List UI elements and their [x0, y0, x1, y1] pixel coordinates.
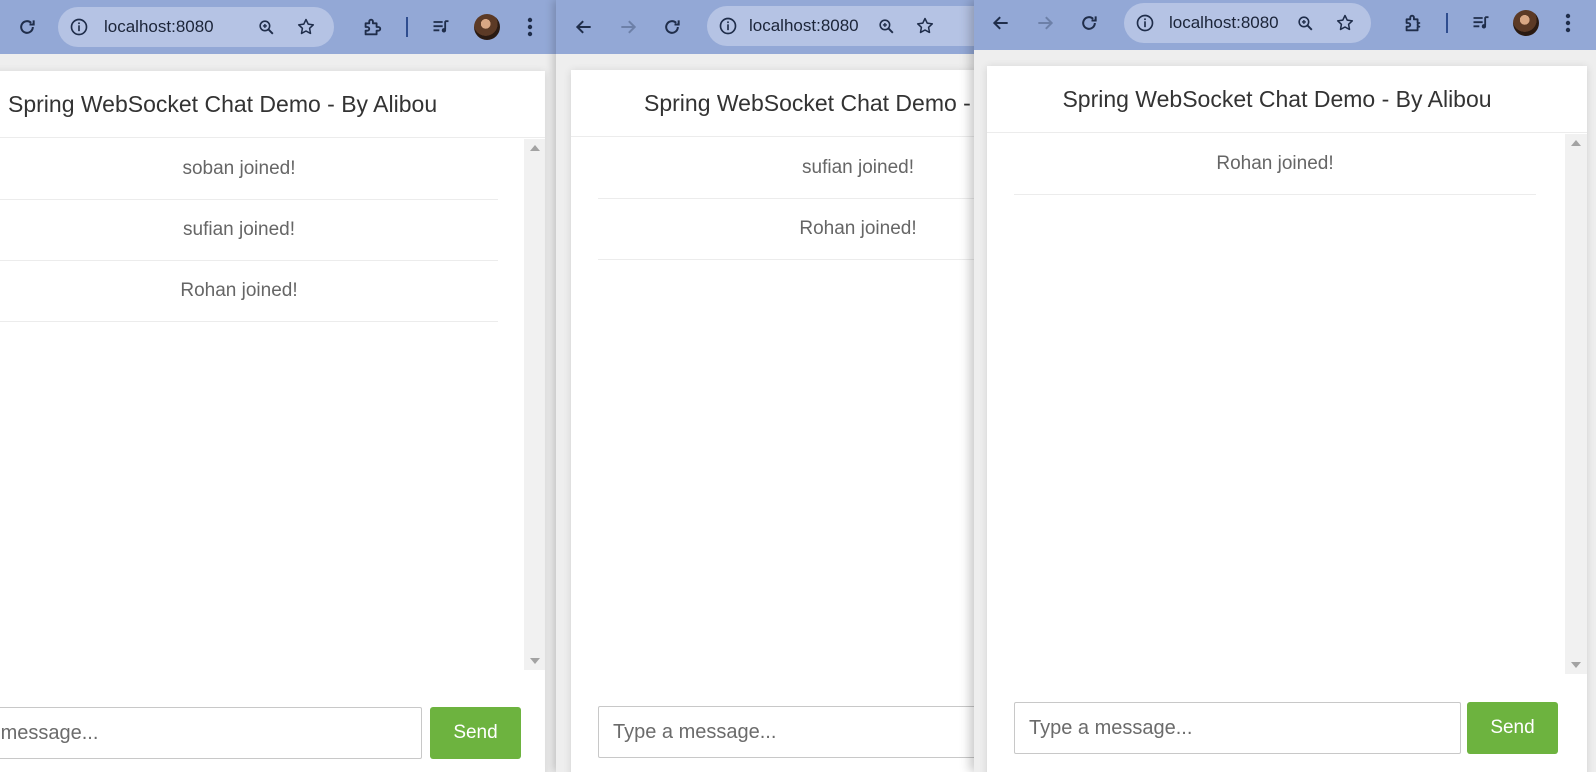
- send-button[interactable]: Send: [1467, 702, 1558, 754]
- browser-window-1: localhost:8080 Spring WebSocket Chat Dem…: [0, 0, 556, 772]
- back-icon[interactable]: [571, 14, 597, 40]
- browser-window-2: localhost:8080 Spring WebSocket Chat Dem…: [556, 0, 974, 772]
- scroll-down-arrow[interactable]: [1565, 658, 1587, 672]
- reload-icon[interactable]: [659, 14, 685, 40]
- scrollbar[interactable]: [1565, 134, 1587, 674]
- site-info-icon[interactable]: [715, 13, 741, 39]
- message-item: sufian joined!: [0, 200, 498, 261]
- send-button[interactable]: Send: [430, 707, 521, 759]
- message-input[interactable]: [1014, 702, 1461, 754]
- scroll-up-arrow[interactable]: [1565, 136, 1587, 150]
- menu-icon[interactable]: [1558, 10, 1578, 36]
- bookmark-star-icon[interactable]: [294, 15, 318, 39]
- address-bar[interactable]: localhost:8080: [1124, 3, 1371, 43]
- media-queue-icon[interactable]: [1468, 10, 1494, 36]
- address-bar[interactable]: localhost:8080: [707, 6, 974, 46]
- page-content: Spring WebSocket Chat Demo - By Alibou R…: [974, 50, 1596, 772]
- reload-icon[interactable]: [1076, 10, 1102, 36]
- address-text: localhost:8080: [1169, 13, 1279, 32]
- address-text: localhost:8080: [104, 17, 214, 36]
- menu-icon[interactable]: [520, 14, 540, 40]
- message-item: Rohan joined!: [0, 261, 498, 322]
- site-info-icon[interactable]: [66, 14, 92, 40]
- chat-title: Spring WebSocket Chat Demo - By Alibou: [987, 66, 1587, 133]
- scrollbar[interactable]: [524, 139, 545, 670]
- page-content: Spring WebSocket Chat Demo - By Alibou s…: [556, 54, 974, 772]
- browser-toolbar: localhost:8080: [556, 0, 974, 54]
- back-icon[interactable]: [988, 10, 1014, 36]
- scroll-up-arrow[interactable]: [524, 141, 545, 155]
- bookmark-star-icon[interactable]: [1333, 11, 1357, 35]
- scroll-down-arrow[interactable]: [524, 654, 545, 668]
- forward-icon[interactable]: [1032, 10, 1058, 36]
- address-bar[interactable]: localhost:8080: [58, 7, 334, 47]
- media-queue-icon[interactable]: [428, 14, 454, 40]
- zoom-icon[interactable]: [254, 15, 278, 39]
- browser-toolbar: localhost:8080: [0, 0, 556, 54]
- forward-icon[interactable]: [615, 14, 641, 40]
- zoom-icon[interactable]: [874, 14, 898, 38]
- chat-card: Spring WebSocket Chat Demo - By Alibou s…: [571, 70, 974, 772]
- chat-card: Spring WebSocket Chat Demo - By Alibou R…: [987, 66, 1587, 772]
- chat-title: Spring WebSocket Chat Demo - By Alibou: [0, 71, 545, 138]
- site-info-icon[interactable]: [1132, 10, 1158, 36]
- message-item: soban joined!: [0, 139, 498, 200]
- address-text: localhost:8080: [749, 16, 859, 35]
- extensions-icon[interactable]: [1400, 10, 1426, 36]
- profile-avatar[interactable]: [474, 14, 500, 40]
- reload-icon[interactable]: [14, 14, 40, 40]
- profile-avatar[interactable]: [1513, 10, 1539, 36]
- message-item: sufian joined!: [598, 138, 974, 199]
- page-content: Spring WebSocket Chat Demo - By Alibou s…: [0, 54, 556, 772]
- browser-toolbar: localhost:8080: [974, 0, 1596, 50]
- bookmark-star-icon[interactable]: [913, 14, 937, 38]
- toolbar-separator: [1446, 13, 1448, 33]
- message-item: Rohan joined!: [598, 199, 974, 260]
- message-input[interactable]: [0, 707, 422, 759]
- toolbar-separator: [406, 17, 408, 37]
- chat-title: Spring WebSocket Chat Demo - By Alibou: [571, 70, 974, 137]
- extensions-icon[interactable]: [359, 14, 385, 40]
- zoom-icon[interactable]: [1293, 11, 1317, 35]
- message-input[interactable]: [598, 706, 974, 758]
- chat-card: Spring WebSocket Chat Demo - By Alibou s…: [0, 71, 545, 772]
- browser-window-3: localhost:8080 Spring WebSocket Chat Dem…: [974, 0, 1596, 772]
- message-item: Rohan joined!: [1014, 134, 1536, 195]
